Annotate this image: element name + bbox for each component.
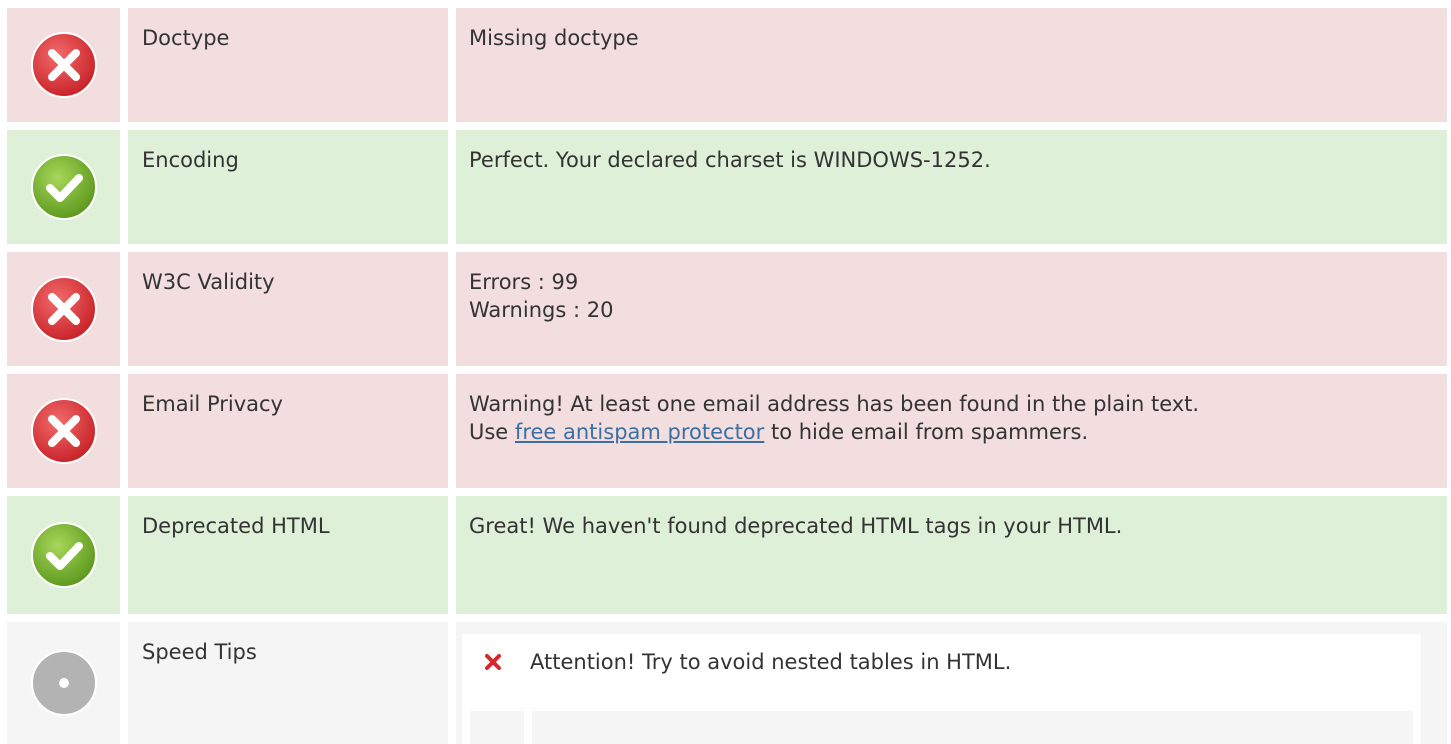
warnings-count: Warnings : 20 [469, 298, 614, 322]
speed-tip-text: Attention! Try to avoid nested tables in… [530, 650, 1012, 674]
status-cell [7, 374, 120, 488]
advice-prefix: Use [469, 420, 515, 444]
advice-suffix: to hide email from spammers. [764, 420, 1089, 444]
check-value: Perfect. Your declared charset is WINDOW… [469, 148, 991, 172]
errors-count: Errors : 99 [469, 270, 579, 294]
check-value-cell: Great! We haven't found deprecated HTML … [456, 496, 1447, 614]
check-icon [30, 522, 97, 588]
error-x-icon [30, 276, 97, 342]
seo-report-table: Doctype Missing doctype Encoding Perfect… [0, 0, 1451, 744]
status-cell [7, 252, 120, 366]
check-label-cell: Encoding [128, 130, 448, 244]
check-label: Deprecated HTML [142, 514, 330, 538]
email-warning-text: Warning! At least one email address has … [469, 392, 1200, 416]
check-label: Encoding [142, 148, 239, 172]
check-label: Speed Tips [142, 640, 257, 664]
report-row-doctype: Doctype Missing doctype [7, 8, 1447, 122]
red-x-icon [485, 654, 501, 670]
check-label: Doctype [142, 26, 230, 50]
status-cell [7, 622, 120, 744]
neutral-circle-icon [30, 650, 97, 716]
check-label-cell: Email Privacy [128, 374, 448, 488]
error-x-icon [30, 398, 97, 464]
error-x-icon [30, 32, 97, 98]
speed-tip-item: Attention! Try to avoid nested tables in… [484, 650, 1011, 674]
check-label: W3C Validity [142, 270, 275, 294]
check-value-cell: Warning! At least one email address has … [456, 374, 1447, 488]
report-row-email-privacy: Email Privacy Warning! At least one emai… [7, 374, 1447, 488]
check-value: Great! We haven't found deprecated HTML … [469, 514, 1123, 538]
check-label-cell: W3C Validity [128, 252, 448, 366]
status-cell [7, 496, 120, 614]
check-value: Missing doctype [469, 26, 639, 50]
check-label-cell: Speed Tips [128, 622, 448, 744]
tips-sub-table-cell [470, 711, 524, 744]
check-label-cell: Doctype [128, 8, 448, 122]
check-value-cell: Missing doctype [456, 8, 1447, 122]
tips-sub-table-cell [532, 711, 1413, 744]
report-row-w3c-validity: W3C Validity Errors : 99 Warnings : 20 [7, 252, 1447, 366]
check-value-cell: Errors : 99 Warnings : 20 [456, 252, 1447, 366]
email-advice-text: Use free antispam protector to hide emai… [469, 418, 1447, 446]
report-row-deprecated-html: Deprecated HTML Great! We haven't found … [7, 496, 1447, 614]
check-label-cell: Deprecated HTML [128, 496, 448, 614]
status-cell [7, 130, 120, 244]
antispam-protector-link[interactable]: free antispam protector [515, 420, 764, 444]
status-cell [7, 8, 120, 122]
report-row-encoding: Encoding Perfect. Your declared charset … [7, 130, 1447, 244]
speed-tips-list: Attention! Try to avoid nested tables in… [462, 634, 1421, 744]
check-label: Email Privacy [142, 392, 283, 416]
check-icon [30, 154, 97, 220]
check-value-cell: Perfect. Your declared charset is WINDOW… [456, 130, 1447, 244]
